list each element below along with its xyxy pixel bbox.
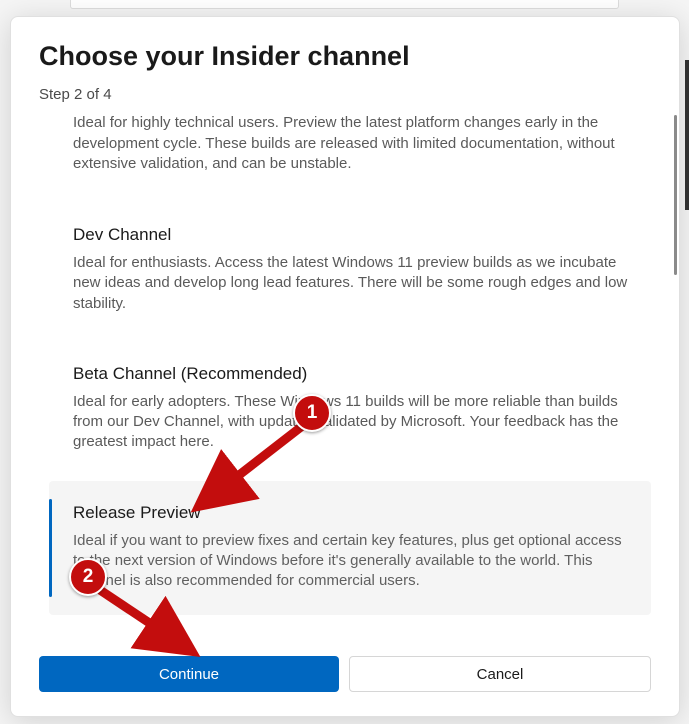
channel-title: Beta Channel (Recommended) xyxy=(73,364,643,384)
channel-option-canary[interactable]: Ideal for highly technical users. Previe… xyxy=(39,113,643,225)
channel-description: Ideal for early adopters. These Windows … xyxy=(73,392,643,453)
scrollbar-thumb[interactable] xyxy=(674,115,677,275)
dialog-title: Choose your Insider channel xyxy=(39,41,651,72)
channel-option-beta[interactable]: Beta Channel (Recommended) Ideal for ear… xyxy=(39,364,643,481)
dialog-step-indicator: Step 2 of 4 xyxy=(39,86,651,103)
background-window-hint xyxy=(70,0,619,9)
scrollbar[interactable] xyxy=(672,115,678,605)
channel-list: Ideal for highly technical users. Previe… xyxy=(39,113,643,630)
annotation-badge-2: 2 xyxy=(69,558,107,596)
cancel-button[interactable]: Cancel xyxy=(349,656,651,692)
continue-button[interactable]: Continue xyxy=(39,656,339,692)
channel-option-release-preview-selected[interactable]: Release Preview Ideal if you want to pre… xyxy=(49,481,651,616)
dialog-body: Ideal for highly technical users. Previe… xyxy=(11,113,679,630)
channel-description: Ideal for enthusiasts. Access the latest… xyxy=(73,253,643,314)
insider-channel-dialog: Choose your Insider channel Step 2 of 4 … xyxy=(10,16,680,717)
dialog-header: Choose your Insider channel Step 2 of 4 xyxy=(11,17,679,113)
channel-title: Release Preview xyxy=(73,503,625,523)
dialog-footer: Continue Cancel xyxy=(11,630,679,716)
channel-description: Ideal for highly technical users. Previe… xyxy=(73,113,643,175)
channel-title: Dev Channel xyxy=(73,225,643,245)
background-edge xyxy=(685,60,689,210)
channel-option-dev[interactable]: Dev Channel Ideal for enthusiasts. Acces… xyxy=(39,225,643,364)
annotation-badge-1: 1 xyxy=(293,394,331,432)
channel-description: Ideal if you want to preview fixes and c… xyxy=(73,531,625,592)
